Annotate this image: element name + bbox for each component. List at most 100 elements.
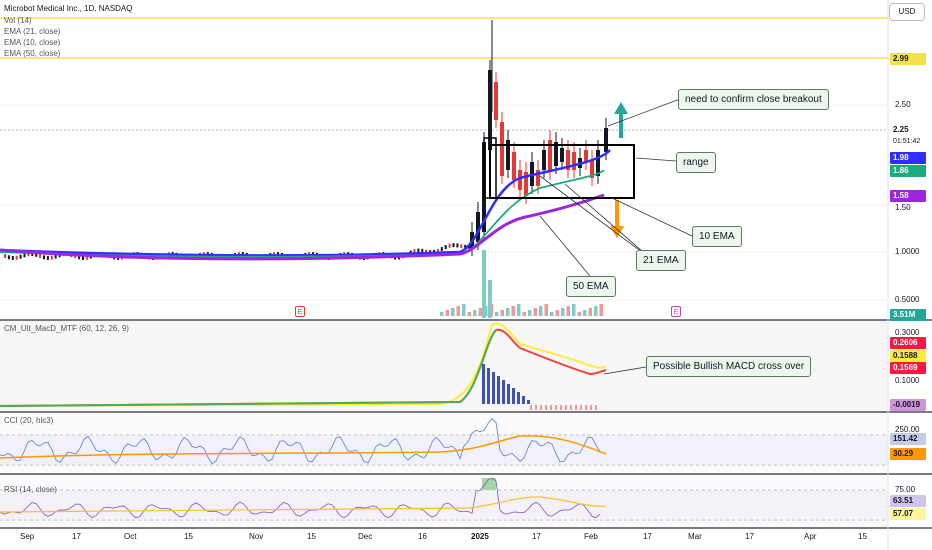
annotation-leader <box>635 157 677 162</box>
currency-button[interactable]: USD <box>889 3 925 21</box>
macd-hist-bar <box>550 405 552 410</box>
candle <box>444 245 447 250</box>
volume-bar <box>528 310 532 316</box>
macd-hist-bar <box>517 392 520 404</box>
candle <box>452 243 455 248</box>
x-axis-label: 17 <box>532 532 541 541</box>
annotation-leader <box>539 215 591 277</box>
volume-bar <box>533 308 537 316</box>
x-axis-label: Dec <box>358 532 373 541</box>
macd-value-tag: 0.2606 <box>890 337 926 349</box>
earnings-marker[interactable]: E <box>671 306 681 317</box>
cci-pane-label[interactable]: CCI (20, hlc3) <box>4 416 53 426</box>
volume-bar <box>495 312 499 316</box>
ema10-annotation[interactable]: 10 EMA <box>692 226 742 247</box>
volume-bar <box>522 312 526 316</box>
macd-hist-bar <box>527 400 530 404</box>
candle <box>456 243 459 248</box>
price-axis-label: 2.50 <box>895 100 911 109</box>
x-axis-label: Mar <box>688 532 702 541</box>
cci-ma-tag: 30.29 <box>890 448 926 460</box>
volume-bar <box>488 280 492 318</box>
ema50-annotation[interactable]: 50 EMA <box>566 276 616 297</box>
x-axis-label: 15 <box>858 532 867 541</box>
candle <box>604 128 608 152</box>
volume-bar <box>440 312 444 316</box>
range-annotation[interactable]: range <box>676 152 716 173</box>
volume-bar <box>511 306 515 316</box>
volume-tag: 3.51M <box>890 309 926 321</box>
resistance-price-tag: 2.99 <box>890 53 926 65</box>
macd-hist-bar <box>507 384 510 404</box>
macd-hist-bar <box>522 396 525 404</box>
indicator-label-ema21[interactable]: EMA (21, close) <box>4 27 60 37</box>
x-axis-label: Nov <box>249 532 264 541</box>
ema50-price-tag: 1.58 <box>890 190 926 202</box>
earnings-marker[interactable]: E <box>295 306 305 317</box>
macd-annotation[interactable]: Possible Bullish MACD cross over <box>646 356 812 377</box>
candle <box>448 243 451 248</box>
rsi-ma-tag: 57.07 <box>890 508 926 520</box>
macd-hist-bar <box>530 405 532 410</box>
macd-hist-bar <box>545 405 547 410</box>
candle <box>50 255 53 260</box>
macd-axis-label: 0.1000 <box>895 376 920 385</box>
candle <box>500 122 504 176</box>
chart-root: Microbot Medical Inc., 1D, NASDAQ Vol (1… <box>0 0 932 550</box>
breakout-annotation[interactable]: need to confirm close breakout <box>678 89 829 110</box>
x-axis-label: Feb <box>584 532 598 541</box>
volume-bar <box>500 310 504 316</box>
x-axis-label: 17 <box>745 532 754 541</box>
x-axis-label: Oct <box>124 532 137 541</box>
macd-value2-tag: 0.1569 <box>890 362 926 374</box>
macd-hist-bar <box>575 405 577 410</box>
cci-value-tag: 151.42 <box>890 433 926 445</box>
candle <box>512 152 516 180</box>
candle <box>15 255 18 260</box>
macd-signal-tag: 0.1588 <box>890 350 926 362</box>
macd-pane-label[interactable]: CM_Ult_MacD_MTF (60, 12, 26, 9) <box>4 324 129 334</box>
volume-bar <box>594 306 598 316</box>
candle <box>560 148 564 162</box>
ema21-price-tag: 1.86 <box>890 165 926 177</box>
up-arrow <box>614 102 628 138</box>
macd-hist-bar <box>482 364 485 404</box>
macd-hist-bar <box>540 405 542 410</box>
candle <box>4 254 6 258</box>
volume-bar <box>473 310 477 316</box>
macd-hist-bar <box>595 405 597 410</box>
indicator-label-ema10[interactable]: EMA (10, close) <box>4 38 60 48</box>
volume-bar <box>478 308 482 316</box>
candle <box>440 247 443 252</box>
macd-hist-bar <box>497 376 500 404</box>
indicator-label-volume[interactable]: Vol (14) <box>4 16 32 26</box>
macd-hist-bar <box>555 405 557 410</box>
macd-hist-bar <box>580 405 582 410</box>
indicator-label-ema50[interactable]: EMA (50, close) <box>4 49 60 59</box>
annotation-leader <box>611 197 693 237</box>
macd-hist-bar <box>565 405 567 410</box>
ema10-line <box>0 149 611 257</box>
volume-bar <box>544 304 548 316</box>
rsi-value-tag: 63.51 <box>890 495 926 507</box>
x-axis-label: 15 <box>184 532 193 541</box>
x-axis-label: 17 <box>72 532 81 541</box>
candle <box>46 255 49 260</box>
ema21-annotation[interactable]: 21 EMA <box>636 250 686 271</box>
candle <box>19 254 22 259</box>
candle <box>11 255 14 260</box>
annotation-leader <box>564 183 651 259</box>
chart-canvas[interactable] <box>0 0 932 550</box>
volume-bar <box>456 306 460 316</box>
candle <box>460 244 463 249</box>
volume-bar <box>506 308 510 316</box>
rsi-pane-label[interactable]: RSI (14, close) <box>4 485 57 495</box>
candle <box>43 255 45 260</box>
price-axis-label: 1.0000 <box>895 247 920 256</box>
price-axis-label: 1.50 <box>895 203 911 212</box>
chart-title: Microbot Medical Inc., 1D, NASDAQ <box>4 4 133 13</box>
volume-bar <box>561 308 565 316</box>
volume-bar <box>599 304 603 316</box>
cci-band-fill <box>0 435 888 465</box>
volume-bar <box>462 304 466 316</box>
